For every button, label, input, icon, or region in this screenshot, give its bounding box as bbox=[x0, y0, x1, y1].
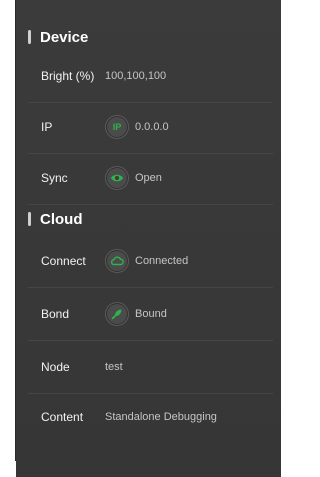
ip-value: 0.0.0.0 bbox=[135, 121, 169, 133]
section-title-cloud: Cloud bbox=[40, 210, 83, 228]
ip-label: IP bbox=[41, 120, 53, 134]
row-connect: Connect Connected bbox=[28, 235, 273, 288]
bond-value: Bound bbox=[135, 308, 167, 320]
row-sync: Sync Open bbox=[28, 152, 273, 205]
section-title-device: Device bbox=[40, 28, 89, 46]
section-header-cloud: Cloud bbox=[16, 204, 281, 234]
row-ip: IP IP 0.0.0.0 bbox=[28, 101, 273, 154]
sync-label: Sync bbox=[41, 171, 68, 185]
content-value: Standalone Debugging bbox=[105, 411, 217, 423]
bond-label: Bond bbox=[41, 307, 70, 321]
bright-label: Bright (%) bbox=[41, 69, 95, 83]
node-value: test bbox=[105, 361, 123, 373]
connect-label: Connect bbox=[41, 254, 86, 268]
section-header-device: Device bbox=[16, 22, 281, 52]
node-label: Node bbox=[41, 360, 70, 374]
content-label: Content bbox=[41, 410, 84, 424]
ip-icon-text: IP bbox=[112, 121, 122, 132]
row-content: Content Standalone Debugging bbox=[28, 391, 273, 443]
cloud-icon bbox=[105, 249, 129, 273]
ip-icon: IP bbox=[105, 115, 129, 139]
row-bright: Bright (%) 100,100,100 bbox=[28, 50, 273, 103]
bright-value: 100,100,100 bbox=[105, 70, 167, 82]
window-frame: Device Bright (%) 100,100,100 IP IP 0.0.… bbox=[15, 0, 281, 477]
section-marker bbox=[28, 30, 31, 44]
row-node: Node test bbox=[28, 341, 273, 394]
status-panel: Device Bright (%) 100,100,100 IP IP 0.0.… bbox=[16, 0, 281, 477]
eye-icon bbox=[105, 166, 129, 190]
section-marker bbox=[28, 212, 31, 226]
row-bond: Bond Bound bbox=[28, 288, 273, 341]
sync-value: Open bbox=[135, 172, 162, 184]
link-icon bbox=[105, 302, 129, 326]
connect-value: Connected bbox=[135, 255, 189, 267]
